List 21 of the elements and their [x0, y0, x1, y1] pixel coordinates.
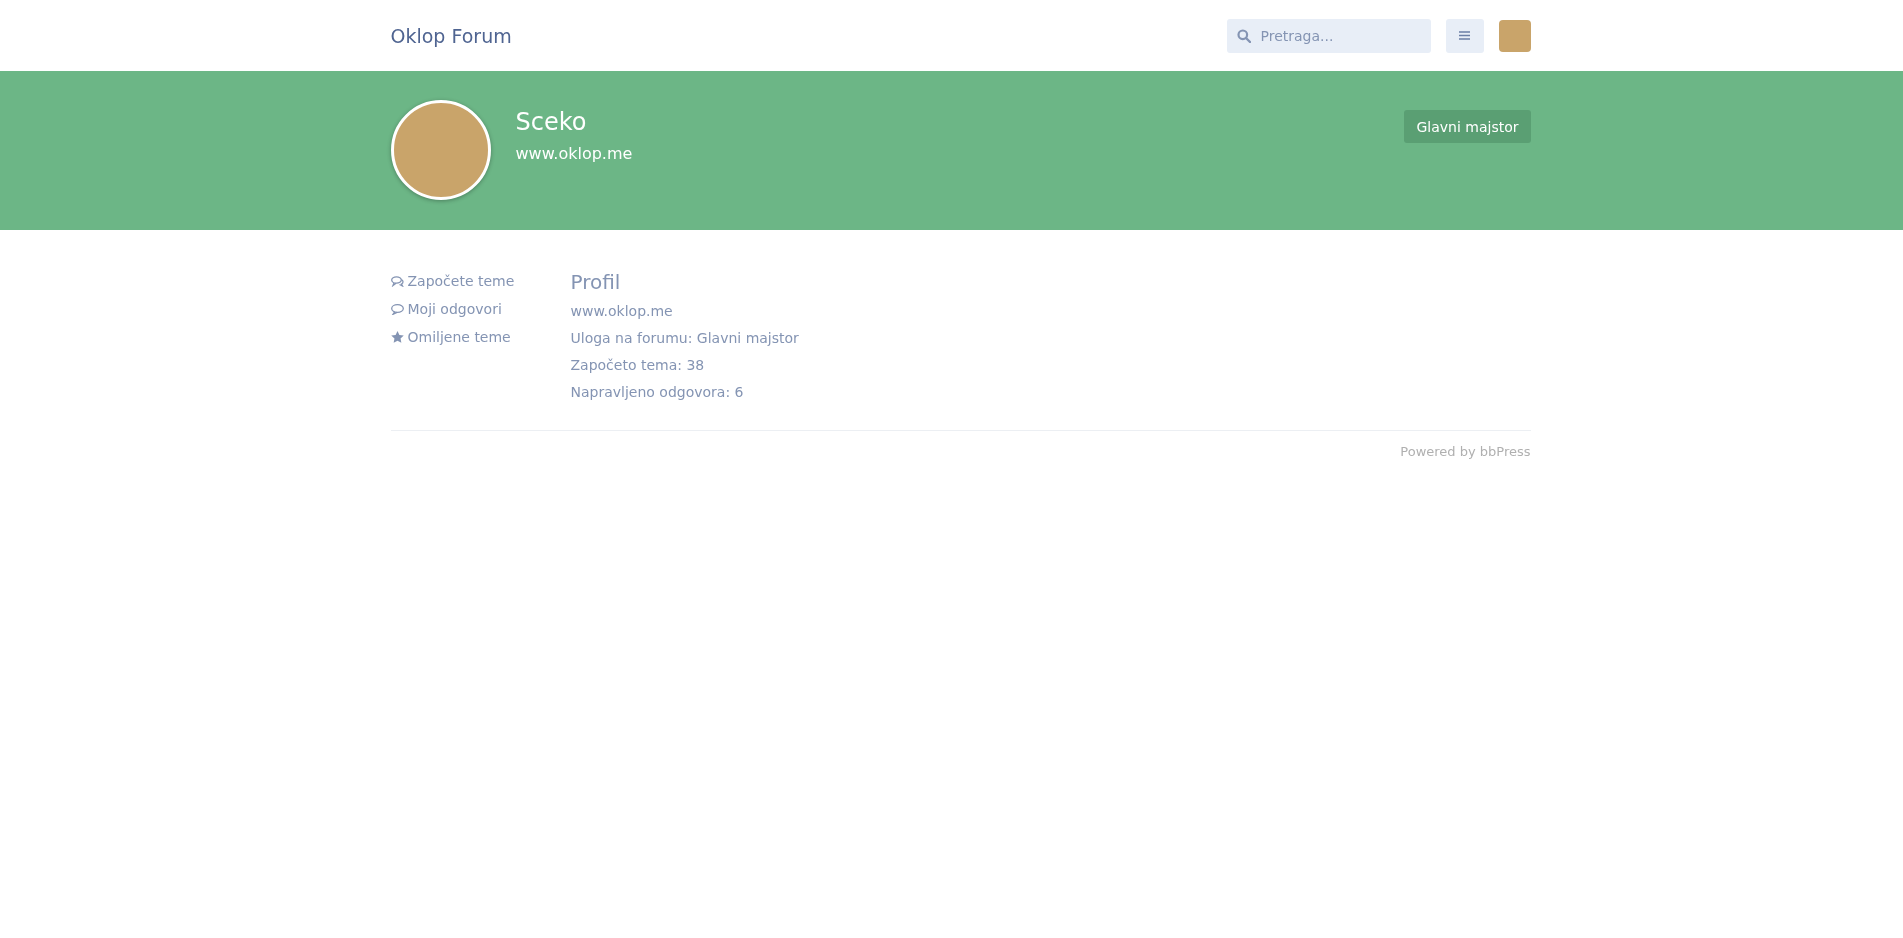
profile-detail: Napravljeno odgovora: 6 — [570, 384, 745, 400]
user-avatar[interactable] — [1498, 19, 1531, 52]
menu-icon — [1459, 31, 1470, 40]
menu-button[interactable] — [1445, 18, 1484, 53]
speech-bubble-icon — [390, 303, 404, 315]
profile-website: www.oklop.me — [515, 144, 633, 163]
sidebar-link[interactable]: Započete teme — [390, 273, 571, 289]
sidebar-link[interactable]: Moji odgovori — [390, 301, 571, 317]
footer-credit: Powered by bbPress — [1400, 444, 1531, 459]
profile-detail: www.oklop.me — [570, 303, 674, 319]
search-field[interactable]: Pretraga... — [1226, 18, 1431, 53]
forum-brand-link[interactable]: Oklop Forum — [390, 24, 512, 47]
section-title: Profil — [570, 270, 622, 294]
sidebar-link[interactable]: Omiljene teme — [390, 329, 571, 345]
profile-name: Sceko — [515, 108, 588, 136]
profile-detail: Uloga na forumu: Glavni majstor — [570, 330, 799, 346]
chat-bubbles-icon — [390, 275, 404, 287]
search-icon — [1236, 28, 1251, 43]
role-badge[interactable]: Glavni majstor — [1404, 110, 1531, 143]
star-icon — [390, 331, 404, 343]
profile-detail: Započeto tema: 38 — [570, 357, 706, 373]
